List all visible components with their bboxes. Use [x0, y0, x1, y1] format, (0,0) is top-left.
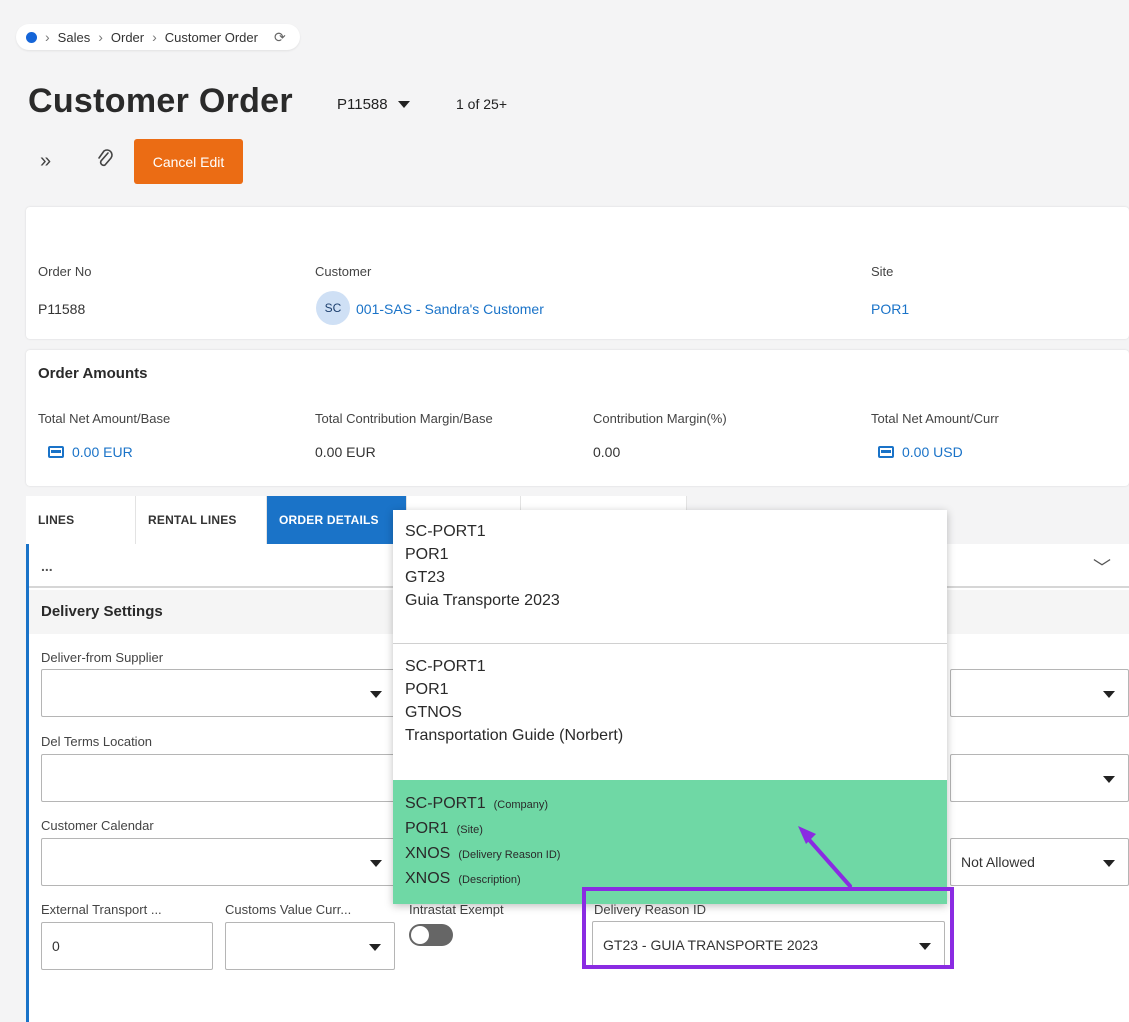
calendar-label: Customer Calendar	[41, 818, 154, 833]
customs-curr-label: Customs Value Curr...	[225, 902, 352, 917]
deliver-from-label: Deliver-from Supplier	[41, 650, 164, 665]
arrow-icon	[798, 826, 852, 888]
group-ellipsis: ...	[41, 558, 53, 574]
expand-icon[interactable]: »	[40, 150, 51, 173]
right-select-2[interactable]	[950, 754, 1129, 802]
del-terms-select[interactable]	[41, 754, 396, 802]
dropdown-option[interactable]: SC-PORT1 POR1 GT23 Guia Transporte 2023	[393, 520, 947, 612]
caret-down-icon	[1103, 691, 1115, 698]
order-amounts-title: Order Amounts	[38, 365, 148, 382]
margin-base-label: Total Contribution Margin/Base	[315, 411, 493, 426]
allowance-value: Not Allowed	[961, 854, 1035, 870]
calendar-select[interactable]	[41, 838, 396, 886]
caret-down-icon	[370, 691, 382, 698]
card-icon	[878, 446, 894, 458]
customer-label: Customer	[315, 264, 372, 279]
order-selector[interactable]: P11588	[337, 96, 410, 113]
dropdown-option[interactable]: SC-PORT1 POR1 GTNOS Transportation Guide…	[393, 655, 947, 747]
avatar: SC	[316, 291, 350, 325]
tab-rental-lines[interactable]: RENTAL LINES	[136, 496, 267, 544]
caret-down-icon	[1103, 776, 1115, 783]
ext-transport-value: 0	[52, 938, 60, 954]
order-amounts-card: Order Amounts Total Net Amount/Base 0.00…	[26, 350, 1129, 486]
breadcrumb-sales[interactable]: Sales	[58, 30, 91, 45]
chevron-down-icon[interactable]: ﹀	[1093, 554, 1111, 580]
breadcrumb: › Sales › Order › Customer Order ⟳	[16, 24, 300, 50]
customs-curr-select[interactable]	[225, 922, 395, 970]
divider	[393, 643, 947, 644]
chevron-right-icon: ›	[98, 29, 103, 45]
caret-down-icon	[1103, 860, 1115, 867]
caret-down-icon	[369, 944, 381, 951]
home-icon[interactable]	[26, 31, 37, 43]
highlight-box	[582, 887, 954, 969]
tab-order-details[interactable]: ORDER DETAILS	[267, 496, 407, 544]
margin-pct-label: Contribution Margin(%)	[593, 411, 727, 426]
net-base-label: Total Net Amount/Base	[38, 411, 171, 426]
refresh-icon[interactable]: ⟳	[274, 29, 286, 46]
net-base-value[interactable]: 0.00 EUR	[48, 444, 133, 460]
customer-link[interactable]: 001-SAS - Sandra's Customer	[356, 301, 544, 317]
breadcrumb-customer-order[interactable]: Customer Order	[165, 30, 258, 45]
caret-down-icon	[370, 860, 382, 867]
paperclip-icon[interactable]	[96, 148, 114, 170]
allowance-select[interactable]: Not Allowed	[950, 838, 1129, 886]
ext-transport-label: External Transport ...	[41, 902, 162, 917]
order-id: P11588	[337, 96, 388, 113]
card-icon	[48, 446, 64, 458]
order-header-card: Order No P11588 Customer SC 001-SAS - Sa…	[26, 207, 1129, 339]
ext-transport-input[interactable]: 0	[41, 922, 213, 970]
breadcrumb-order[interactable]: Order	[111, 30, 144, 45]
tab-lines[interactable]: LINES	[26, 496, 136, 544]
intrastat-toggle[interactable]	[409, 924, 453, 946]
site-link[interactable]: POR1	[871, 301, 909, 317]
intrastat-label: Intrastat Exempt	[409, 902, 504, 917]
margin-pct-value: 0.00	[593, 444, 621, 460]
del-terms-label: Del Terms Location	[41, 734, 153, 749]
chevron-right-icon: ›	[152, 29, 157, 45]
order-no-value: P11588	[38, 301, 86, 317]
cancel-edit-button[interactable]: Cancel Edit	[134, 139, 243, 184]
net-curr-value[interactable]: 0.00 USD	[878, 444, 963, 460]
chevron-right-icon: ›	[45, 29, 50, 45]
section-title: Delivery Settings	[41, 603, 163, 620]
right-select-1[interactable]	[950, 669, 1129, 717]
page-title: Customer Order	[28, 82, 293, 120]
margin-base-value: 0.00 EUR	[315, 444, 376, 460]
site-label: Site	[871, 264, 894, 279]
caret-down-icon[interactable]	[397, 101, 410, 108]
record-count: 1 of 25+	[456, 96, 507, 112]
net-curr-label: Total Net Amount/Curr	[871, 411, 999, 426]
order-no-label: Order No	[38, 264, 92, 279]
deliver-from-select[interactable]	[41, 669, 396, 717]
